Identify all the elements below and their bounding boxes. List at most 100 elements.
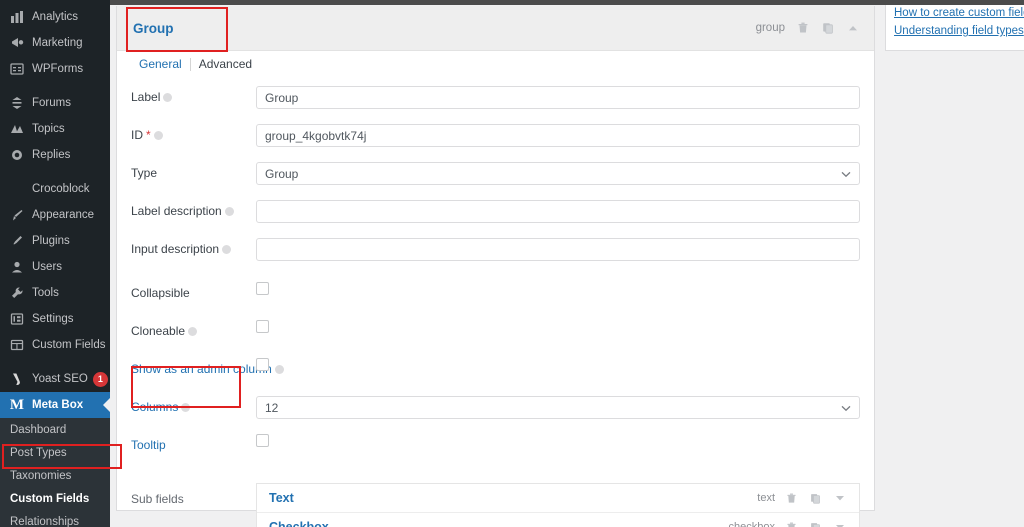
row-collapsible-control — [256, 281, 860, 295]
megaphone-icon — [8, 34, 26, 52]
row-cloneable-control — [256, 319, 860, 333]
sub-field-actions: text — [757, 491, 847, 506]
field-type-slug: group — [755, 22, 785, 34]
help-icon[interactable] — [188, 326, 198, 336]
row-label-label: Label — [131, 85, 256, 104]
duplicate-icon[interactable] — [808, 520, 823, 527]
help-icon[interactable] — [153, 130, 163, 140]
trash-icon[interactable] — [784, 491, 799, 506]
row-label: Label Group — [117, 85, 874, 113]
type-select[interactable]: Group — [256, 162, 860, 185]
sidebar-item-crocoblock[interactable]: Crocoblock — [0, 176, 110, 202]
sidebar-item-forums[interactable]: Forums — [0, 90, 110, 116]
tab-general[interactable]: General — [131, 57, 190, 71]
label-text: Type — [131, 166, 158, 180]
row-tooltip-label[interactable]: Tooltip — [131, 433, 256, 452]
sidebar-item-label: Analytics — [32, 11, 79, 23]
cloneable-checkbox[interactable] — [256, 320, 269, 333]
row-input-description: Input description — [117, 237, 874, 265]
metabox-icon: M — [9, 396, 25, 413]
forms-icon — [8, 60, 26, 78]
id-input[interactable]: group_4kgobvtk74j — [256, 124, 860, 147]
sidebar-item-topics[interactable]: Topics — [0, 116, 110, 142]
row-label-description-label: Label description — [131, 199, 256, 218]
row-cloneable: Cloneable — [117, 319, 874, 347]
row-tooltip-control — [256, 433, 860, 447]
meta-box-submenu: Dashboard Post Types Taxonomies Custom F… — [0, 418, 110, 527]
label-input[interactable]: Group — [256, 86, 860, 109]
help-link-create-custom-fields[interactable]: How to create custom fields — [894, 4, 1024, 22]
caret-down-icon[interactable] — [832, 491, 847, 506]
plugins-icon — [8, 232, 26, 250]
label-text: Label description — [131, 204, 222, 218]
sidebar-item-plugins[interactable]: Plugins — [0, 228, 110, 254]
sidebar-item-yoast-seo[interactable]: Yoast SEO 1 — [0, 366, 110, 392]
sidebar-item-meta-box[interactable]: M Meta Box — [0, 392, 110, 418]
field-header[interactable]: Group group — [117, 6, 874, 51]
sidebar-item-analytics[interactable]: Analytics — [0, 4, 110, 30]
row-collapsible: Collapsible — [117, 281, 874, 309]
input-description-input[interactable] — [256, 238, 860, 261]
sidebar-item-appearance[interactable]: Appearance — [0, 202, 110, 228]
columns-select-value: 12 — [265, 400, 279, 415]
trash-icon[interactable] — [795, 21, 810, 36]
duplicate-icon[interactable] — [820, 21, 835, 36]
row-cloneable-label: Cloneable — [131, 319, 256, 338]
sidebar-separator — [0, 358, 110, 366]
label-text: Tooltip — [131, 438, 166, 452]
help-icon[interactable] — [181, 402, 191, 412]
forums-icon — [8, 94, 26, 112]
row-type: Type Group — [117, 161, 874, 189]
sidebar-item-settings[interactable]: Settings — [0, 306, 110, 332]
trash-icon[interactable] — [784, 520, 799, 527]
admin-column-checkbox[interactable] — [256, 358, 269, 371]
submenu-item-taxonomies[interactable]: Taxonomies — [0, 464, 110, 487]
admin-sidebar: Analytics Marketing WPForms Forums Topic… — [0, 0, 110, 527]
help-link-understanding-field-types[interactable]: Understanding field types — [894, 22, 1024, 40]
sidebar-item-custom-fields[interactable]: Custom Fields — [0, 332, 110, 358]
submenu-item-label: Dashboard — [10, 423, 67, 436]
sidebar-item-replies[interactable]: Replies — [0, 142, 110, 168]
tooltip-checkbox[interactable] — [256, 434, 269, 447]
help-icon[interactable] — [222, 244, 232, 254]
sidebar-item-marketing[interactable]: Marketing — [0, 30, 110, 56]
row-admin-column-label[interactable]: Show as an admin column — [131, 357, 284, 376]
sidebar-item-wpforms[interactable]: WPForms — [0, 56, 110, 82]
row-id-control: group_4kgobvtk74j — [256, 123, 860, 147]
submenu-item-post-types[interactable]: Post Types — [0, 441, 110, 464]
wrench-icon — [8, 284, 26, 302]
submenu-item-relationships[interactable]: Relationships — [0, 510, 110, 527]
sub-field-slug: text — [757, 492, 775, 504]
submenu-item-label: Custom Fields — [10, 492, 90, 505]
label-description-input[interactable] — [256, 200, 860, 223]
content-column: Group group General Advanced Label Group… — [110, 0, 885, 527]
help-icon[interactable] — [224, 206, 234, 216]
duplicate-icon[interactable] — [808, 491, 823, 506]
sidebar-item-users[interactable]: Users — [0, 254, 110, 280]
collapsible-checkbox[interactable] — [256, 282, 269, 295]
submenu-item-custom-fields[interactable]: Custom Fields — [0, 487, 110, 510]
sub-field-row-checkbox[interactable]: Checkbox checkbox — [257, 513, 859, 527]
row-type-control: Group — [256, 161, 860, 185]
label-text: Collapsible — [131, 286, 190, 300]
sub-field-title: Text — [269, 491, 294, 505]
caret-down-icon[interactable] — [832, 520, 847, 527]
sidebar-item-tools[interactable]: Tools — [0, 280, 110, 306]
label-text: ID — [131, 128, 143, 142]
columns-select[interactable]: 12 — [256, 396, 860, 419]
submenu-item-dashboard[interactable]: Dashboard — [0, 418, 110, 441]
sidebar-item-label: Forums — [32, 97, 71, 109]
help-links-card: How to create custom fields Understandin… — [885, 0, 1024, 51]
tab-advanced[interactable]: Advanced — [191, 57, 260, 71]
table-icon — [8, 336, 26, 354]
help-icon[interactable] — [163, 92, 173, 102]
chart-bar-icon — [8, 8, 26, 26]
caret-up-icon[interactable] — [845, 21, 860, 36]
sub-field-row-text[interactable]: Text text — [257, 484, 859, 513]
row-columns-label[interactable]: Columns — [131, 395, 256, 414]
sidebar-separator — [0, 168, 110, 176]
yoast-notification-badge: 1 — [92, 371, 108, 387]
sidebar-item-label: Appearance — [32, 209, 95, 221]
required-asterisk: * — [146, 128, 151, 142]
field-settings-panel: Group group General Advanced Label Group… — [116, 6, 875, 527]
